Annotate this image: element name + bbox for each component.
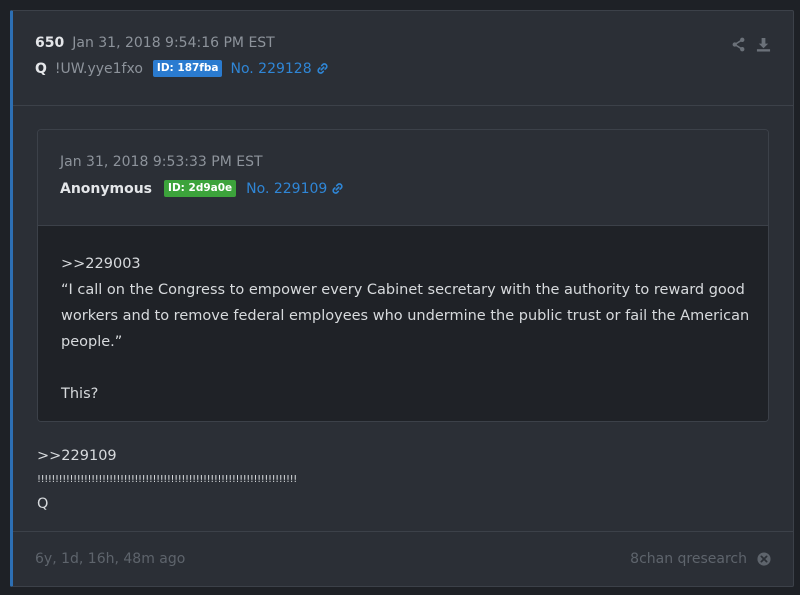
quote-line: workers and to remove federal employees …: [61, 308, 750, 324]
post-link[interactable]: No. 229128: [230, 61, 328, 77]
quoted-post-link-label: No. 229109: [246, 180, 328, 197]
download-icon[interactable]: [756, 37, 771, 52]
reply-reference[interactable]: >>229109: [37, 443, 297, 469]
post-age: 6y, 1d, 16h, 48m ago: [35, 551, 186, 567]
share-icon[interactable]: [731, 37, 746, 52]
exclamation-line: !!!!!!!!!!!!!!!!!!!!!!!!!!!!!!!!!!!!!!!!…: [37, 474, 297, 485]
author-name: Q: [35, 60, 47, 77]
quoted-author: Anonymous: [60, 180, 153, 197]
quoted-post: Jan 31, 2018 9:53:33 PM EST Anonymous ID…: [37, 129, 769, 422]
post-link-label: No. 229128: [230, 60, 312, 77]
post-body: >>229109 !!!!!!!!!!!!!!!!!!!!!!!!!!!!!!!…: [37, 443, 297, 517]
quoted-post-link[interactable]: No. 229109: [246, 181, 344, 197]
post-header: 650 Jan 31, 2018 9:54:16 PM EST Q !UW.yy…: [13, 11, 793, 106]
quoted-post-header: Jan 31, 2018 9:53:33 PM EST Anonymous ID…: [38, 130, 768, 226]
quote-line: This?: [61, 386, 99, 402]
quoted-id-badge: ID: 2d9a0e: [164, 180, 237, 197]
quote-line[interactable]: >>229003: [61, 251, 768, 277]
post-number: 650: [35, 35, 65, 51]
id-badge: ID: 187fba: [152, 60, 223, 77]
quoted-post-body: >>229003 “I call on the Congress to empo…: [38, 226, 768, 421]
post-card: 650 Jan 31, 2018 9:54:16 PM EST Q !UW.yy…: [10, 10, 794, 587]
quote-line: “I call on the Congress to empower every…: [61, 282, 745, 298]
quote-line: people.”: [61, 334, 123, 350]
close-circle-icon[interactable]: [757, 552, 771, 566]
tripcode: !UW.yye1fxo: [54, 60, 143, 77]
quoted-timestamp: Jan 31, 2018 9:53:33 PM EST: [60, 154, 263, 170]
link-icon: [316, 62, 329, 75]
source-label: 8chan qresearch: [630, 551, 747, 567]
signature: Q: [37, 496, 49, 512]
post-footer: 6y, 1d, 16h, 48m ago 8chan qresearch: [13, 531, 793, 586]
post-timestamp: Jan 31, 2018 9:54:16 PM EST: [72, 35, 275, 51]
quote-line: [61, 355, 768, 381]
link-icon: [331, 182, 344, 195]
